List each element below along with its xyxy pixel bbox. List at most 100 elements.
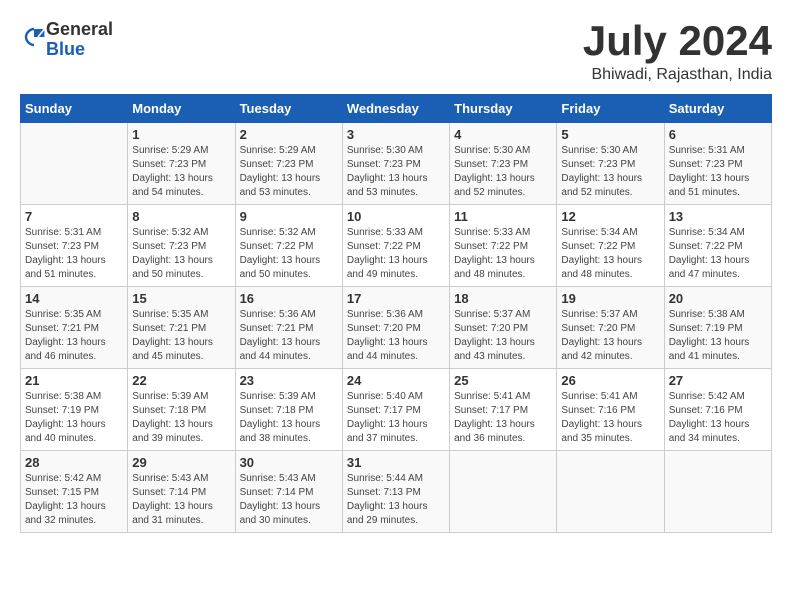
col-header-saturday: Saturday bbox=[664, 95, 771, 123]
calendar-cell: 2 Sunrise: 5:29 AMSunset: 7:23 PMDaylight… bbox=[235, 123, 342, 205]
col-header-thursday: Thursday bbox=[450, 95, 557, 123]
calendar-cell: 13 Sunrise: 5:34 AMSunset: 7:22 PMDayligh… bbox=[664, 205, 771, 287]
day-number: 14 bbox=[25, 291, 123, 306]
calendar-cell bbox=[664, 451, 771, 533]
calendar-cell: 25 Sunrise: 5:41 AMSunset: 7:17 PMDayligh… bbox=[450, 369, 557, 451]
day-info: Sunrise: 5:30 AMSunset: 7:23 PMDaylight:… bbox=[561, 144, 659, 200]
day-info: Sunrise: 5:36 AMSunset: 7:20 PMDaylight:… bbox=[347, 308, 445, 364]
day-number: 3 bbox=[347, 127, 445, 142]
day-number: 8 bbox=[132, 209, 230, 224]
calendar-week-1: 1 Sunrise: 5:29 AMSunset: 7:23 PMDaylight… bbox=[21, 123, 772, 205]
day-number: 19 bbox=[561, 291, 659, 306]
day-number: 16 bbox=[240, 291, 338, 306]
day-info: Sunrise: 5:31 AMSunset: 7:23 PMDaylight:… bbox=[25, 226, 123, 282]
day-number: 20 bbox=[669, 291, 767, 306]
day-info: Sunrise: 5:33 AMSunset: 7:22 PMDaylight:… bbox=[347, 226, 445, 282]
day-number: 23 bbox=[240, 373, 338, 388]
day-info: Sunrise: 5:41 AMSunset: 7:17 PMDaylight:… bbox=[454, 390, 552, 446]
day-number: 31 bbox=[347, 455, 445, 470]
calendar-cell: 20Sunrise: 5:38 AMSunset: 7:19 PMDayligh… bbox=[664, 287, 771, 369]
calendar-cell: 17 Sunrise: 5:36 AMSunset: 7:20 PMDayligh… bbox=[342, 287, 449, 369]
calendar-week-4: 21 Sunrise: 5:38 AMSunset: 7:19 PMDayligh… bbox=[21, 369, 772, 451]
day-number: 27 bbox=[669, 373, 767, 388]
col-header-wednesday: Wednesday bbox=[342, 95, 449, 123]
calendar-cell: 1 Sunrise: 5:29 AMSunset: 7:23 PMDaylight… bbox=[128, 123, 235, 205]
day-info: Sunrise: 5:32 AMSunset: 7:23 PMDaylight:… bbox=[132, 226, 230, 282]
day-info: Sunrise: 5:43 AMSunset: 7:14 PMDaylight:… bbox=[240, 472, 338, 528]
calendar-cell: 31 Sunrise: 5:44 AMSunset: 7:13 PMDayligh… bbox=[342, 451, 449, 533]
day-info: Sunrise: 5:30 AMSunset: 7:23 PMDaylight:… bbox=[454, 144, 552, 200]
logo-icon bbox=[22, 25, 46, 49]
day-info: Sunrise: 5:29 AMSunset: 7:23 PMDaylight:… bbox=[132, 144, 230, 200]
col-header-sunday: Sunday bbox=[21, 95, 128, 123]
calendar-cell: 12Sunrise: 5:34 AMSunset: 7:22 PMDayligh… bbox=[557, 205, 664, 287]
day-number: 9 bbox=[240, 209, 338, 224]
day-info: Sunrise: 5:36 AMSunset: 7:21 PMDaylight:… bbox=[240, 308, 338, 364]
day-number: 25 bbox=[454, 373, 552, 388]
day-info: Sunrise: 5:42 AMSunset: 7:15 PMDaylight:… bbox=[25, 472, 123, 528]
day-info: Sunrise: 5:30 AMSunset: 7:23 PMDaylight:… bbox=[347, 144, 445, 200]
header: General Blue July 2024 Bhiwadi, Rajastha… bbox=[20, 20, 772, 84]
col-header-friday: Friday bbox=[557, 95, 664, 123]
day-number: 13 bbox=[669, 209, 767, 224]
calendar-cell: 9 Sunrise: 5:32 AMSunset: 7:22 PMDaylight… bbox=[235, 205, 342, 287]
main-title: July 2024 bbox=[583, 20, 772, 62]
day-info: Sunrise: 5:40 AMSunset: 7:17 PMDaylight:… bbox=[347, 390, 445, 446]
calendar-cell bbox=[21, 123, 128, 205]
logo: General Blue bbox=[20, 20, 113, 60]
day-number: 15 bbox=[132, 291, 230, 306]
day-number: 6 bbox=[669, 127, 767, 142]
calendar-cell: 22 Sunrise: 5:39 AMSunset: 7:18 PMDayligh… bbox=[128, 369, 235, 451]
day-info: Sunrise: 5:39 AMSunset: 7:18 PMDaylight:… bbox=[132, 390, 230, 446]
logo-general: General bbox=[46, 19, 113, 39]
day-info: Sunrise: 5:33 AMSunset: 7:22 PMDaylight:… bbox=[454, 226, 552, 282]
day-number: 1 bbox=[132, 127, 230, 142]
day-number: 4 bbox=[454, 127, 552, 142]
day-number: 22 bbox=[132, 373, 230, 388]
calendar-cell: 10 Sunrise: 5:33 AMSunset: 7:22 PMDayligh… bbox=[342, 205, 449, 287]
calendar-cell: 15Sunrise: 5:35 AMSunset: 7:21 PMDayligh… bbox=[128, 287, 235, 369]
day-number: 5 bbox=[561, 127, 659, 142]
calendar-cell: 14Sunrise: 5:35 AMSunset: 7:21 PMDayligh… bbox=[21, 287, 128, 369]
day-info: Sunrise: 5:37 AMSunset: 7:20 PMDaylight:… bbox=[454, 308, 552, 364]
day-info: Sunrise: 5:41 AMSunset: 7:16 PMDaylight:… bbox=[561, 390, 659, 446]
day-number: 26 bbox=[561, 373, 659, 388]
calendar-cell: 16 Sunrise: 5:36 AMSunset: 7:21 PMDayligh… bbox=[235, 287, 342, 369]
day-info: Sunrise: 5:44 AMSunset: 7:13 PMDaylight:… bbox=[347, 472, 445, 528]
calendar-cell: 24 Sunrise: 5:40 AMSunset: 7:17 PMDayligh… bbox=[342, 369, 449, 451]
day-info: Sunrise: 5:29 AMSunset: 7:23 PMDaylight:… bbox=[240, 144, 338, 200]
col-header-tuesday: Tuesday bbox=[235, 95, 342, 123]
logo-blue: Blue bbox=[46, 39, 85, 59]
day-info: Sunrise: 5:38 AMSunset: 7:19 PMDaylight:… bbox=[25, 390, 123, 446]
day-number: 30 bbox=[240, 455, 338, 470]
day-number: 18 bbox=[454, 291, 552, 306]
calendar-cell: 27 Sunrise: 5:42 AMSunset: 7:16 PMDayligh… bbox=[664, 369, 771, 451]
calendar-cell: 4 Sunrise: 5:30 AMSunset: 7:23 PMDaylight… bbox=[450, 123, 557, 205]
calendar-cell: 11Sunrise: 5:33 AMSunset: 7:22 PMDayligh… bbox=[450, 205, 557, 287]
calendar-cell: 18 Sunrise: 5:37 AMSunset: 7:20 PMDayligh… bbox=[450, 287, 557, 369]
day-number: 21 bbox=[25, 373, 123, 388]
calendar-cell: 19Sunrise: 5:37 AMSunset: 7:20 PMDayligh… bbox=[557, 287, 664, 369]
col-header-monday: Monday bbox=[128, 95, 235, 123]
calendar-week-2: 7Sunrise: 5:31 AMSunset: 7:23 PMDaylight… bbox=[21, 205, 772, 287]
day-number: 10 bbox=[347, 209, 445, 224]
day-info: Sunrise: 5:39 AMSunset: 7:18 PMDaylight:… bbox=[240, 390, 338, 446]
calendar-cell: 7Sunrise: 5:31 AMSunset: 7:23 PMDaylight… bbox=[21, 205, 128, 287]
calendar-cell: 3 Sunrise: 5:30 AMSunset: 7:23 PMDaylight… bbox=[342, 123, 449, 205]
calendar-cell: 28Sunrise: 5:42 AMSunset: 7:15 PMDayligh… bbox=[21, 451, 128, 533]
day-number: 29 bbox=[132, 455, 230, 470]
calendar-cell: 29Sunrise: 5:43 AMSunset: 7:14 PMDayligh… bbox=[128, 451, 235, 533]
day-info: Sunrise: 5:42 AMSunset: 7:16 PMDaylight:… bbox=[669, 390, 767, 446]
day-number: 24 bbox=[347, 373, 445, 388]
calendar-table: SundayMondayTuesdayWednesdayThursdayFrid… bbox=[20, 94, 772, 533]
day-number: 2 bbox=[240, 127, 338, 142]
calendar-cell: 21 Sunrise: 5:38 AMSunset: 7:19 PMDayligh… bbox=[21, 369, 128, 451]
calendar-cell: 8 Sunrise: 5:32 AMSunset: 7:23 PMDaylight… bbox=[128, 205, 235, 287]
calendar-cell: 30 Sunrise: 5:43 AMSunset: 7:14 PMDayligh… bbox=[235, 451, 342, 533]
day-number: 17 bbox=[347, 291, 445, 306]
day-info: Sunrise: 5:32 AMSunset: 7:22 PMDaylight:… bbox=[240, 226, 338, 282]
calendar-cell: 5 Sunrise: 5:30 AMSunset: 7:23 PMDaylight… bbox=[557, 123, 664, 205]
day-info: Sunrise: 5:34 AMSunset: 7:22 PMDaylight:… bbox=[669, 226, 767, 282]
subtitle: Bhiwadi, Rajasthan, India bbox=[583, 66, 772, 84]
calendar-cell: 26 Sunrise: 5:41 AMSunset: 7:16 PMDayligh… bbox=[557, 369, 664, 451]
